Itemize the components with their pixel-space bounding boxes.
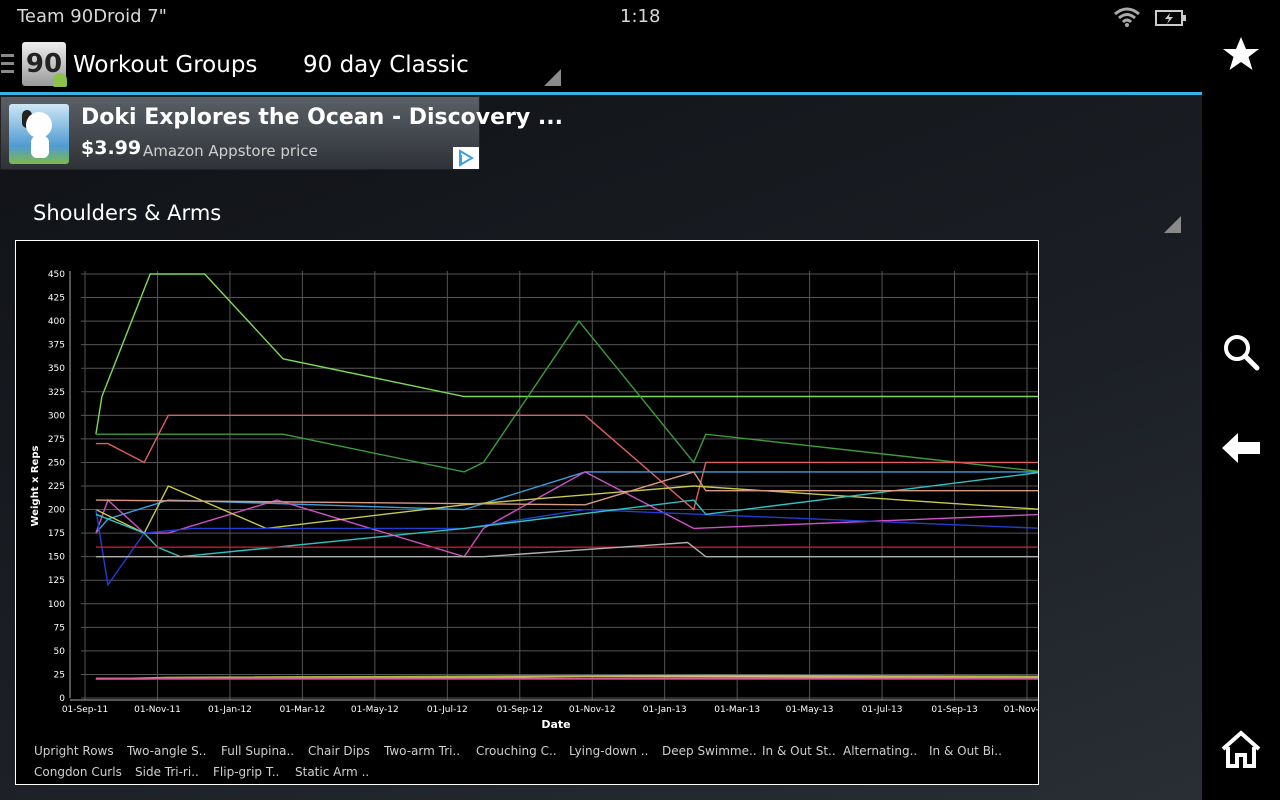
ad-price: $3.99 [81,137,142,159]
app-logo[interactable]: 90 [22,42,67,87]
legend-entry: In & Out Bi.. [929,744,1002,758]
progress-chart: 0 25 50 75 100 125 150 175 200 225 250 275 300 325 350… [15,240,1039,785]
back-icon[interactable] [1216,423,1266,473]
legend-entry: Flip-grip T.. [213,765,280,779]
series-line [95,471,1038,534]
adchoices-icon[interactable] [453,147,479,169]
exercise-group-spinner[interactable]: Shoulders & Arms [0,196,1190,236]
action-bar-divider [0,92,1202,95]
y-tick-label: 175 [48,529,65,539]
spinner-arrow-icon [544,69,561,86]
series-line [95,541,1038,558]
y-tick-label: 300 [48,411,65,421]
x-tick-label: 01-Sep-13 [931,705,977,715]
legend-entry: Alternating.. [843,744,918,758]
x-tick-label: 01-Mar-12 [279,705,325,715]
ad-title: Doki Explores the Ocean - Discovery ... [81,105,563,130]
x-tick-label: 01-May-12 [351,705,399,715]
action-bar: 90 Workout Groups 90 day Classic [0,36,1202,92]
legend-entry: Deep Swimme.. [662,744,757,758]
ad-image [9,104,69,164]
y-tick-label: 75 [54,623,65,633]
x-tick-label: 01-Nov-11 [134,705,181,715]
y-tick-label: 250 [48,458,65,468]
y-tick-label: 125 [48,576,65,586]
y-tick-label: 50 [54,647,66,657]
y-tick-label: 100 [48,600,65,610]
y-tick-label: 25 [54,670,65,680]
y-tick-label: 350 [48,364,65,374]
exercise-group-value: Shoulders & Arms [33,201,222,225]
y-axis-label: Weight x Reps [30,445,41,526]
status-bar: Team 90Droid 7" 1:18 [0,0,1202,36]
star-icon[interactable] [1216,29,1266,79]
y-tick-label: 450 [48,270,65,280]
ad-banner[interactable]: Doki Explores the Ocean - Discovery ... … [0,96,563,170]
y-tick-label: 275 [48,435,65,445]
y-tick-label: 225 [48,482,65,492]
wifi-icon [1114,7,1140,27]
x-tick-label: 01-Sep-12 [497,705,543,715]
clock: 1:18 [620,6,661,27]
spinner-arrow-icon [1164,216,1181,233]
page-title: Workout Groups [73,52,258,78]
search-icon[interactable] [1216,327,1266,377]
legend-entry: In & Out St.. [762,744,836,758]
x-tick-label: 01-Jan-12 [208,705,252,715]
y-tick-label: 400 [48,317,65,327]
series-line [95,471,1038,558]
legend-entry: Static Arm .. [295,765,370,779]
x-tick-label: 01-Mar-13 [714,705,760,715]
program-spinner[interactable]: 90 day Classic [290,36,564,88]
legend-entry: Two-arm Tri.. [384,744,461,758]
drawer-menu-icon[interactable] [1,54,14,74]
y-tick-label: 0 [59,694,65,704]
legend-entry: Full Supina.. [221,744,295,758]
x-tick-label: 01-Jul-13 [862,705,903,715]
x-tick-label: 01-Sep-11 [62,705,108,715]
x-axis-label: Date [541,718,570,731]
ad-price-note: Amazon Appstore price [143,142,318,160]
legend-entry: Crouching C.. [476,744,557,758]
y-tick-label: 375 [48,341,65,351]
legend-entry: Upright Rows [34,744,114,758]
x-tick-label: 01-Jul-12 [427,705,468,715]
legend-entry: Two-angle S.. [127,744,207,758]
y-tick-label: 150 [48,553,65,563]
home-icon[interactable] [1216,724,1266,774]
legend-entry: Congdon Curls [34,765,122,779]
legend-entry: Chair Dips [308,744,370,758]
x-tick-label: 01-Jan-13 [643,705,687,715]
series-line [95,471,1038,558]
navigation-bar [1202,0,1280,800]
legend-entry: Lying-down .. [569,744,649,758]
y-tick-label: 200 [48,506,65,516]
y-tick-label: 325 [48,388,65,398]
x-tick-label: 01-May-13 [786,705,834,715]
x-tick-label: 01-Nov-12 [569,705,616,715]
chart-legend: Upright Rows Two-angle S.. Full Supina.. Ch… [16,741,1038,785]
legend-entry: Side Tri-ri.. [135,765,199,779]
program-spinner-value: 90 day Classic [303,52,469,78]
device-name: Team 90Droid 7" [17,6,167,27]
android-icon [53,73,67,87]
chart-canvas: 0 25 50 75 100 125 150 175 200 225 250 275 300 325 350… [30,270,1038,731]
y-tick-label: 425 [48,294,65,304]
x-tick-label: 01-Nov-13 [1004,705,1038,715]
battery-icon [1155,10,1186,26]
